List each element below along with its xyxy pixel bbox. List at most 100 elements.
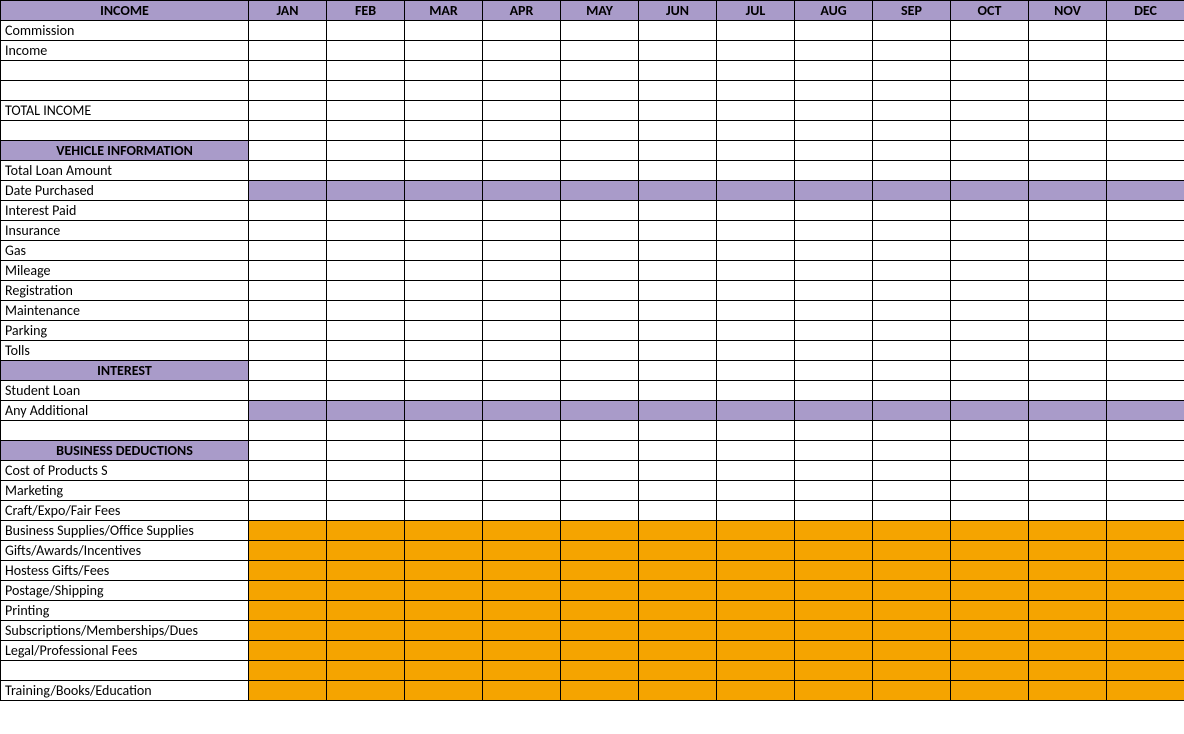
row-label-cell[interactable]: Mileage [1, 261, 249, 281]
data-cell[interactable] [561, 161, 639, 181]
data-cell[interactable] [873, 641, 951, 661]
data-cell[interactable] [717, 541, 795, 561]
data-cell[interactable] [1107, 201, 1184, 221]
data-cell[interactable] [483, 601, 561, 621]
data-cell[interactable] [483, 41, 561, 61]
data-cell[interactable] [405, 321, 483, 341]
data-cell[interactable] [1107, 81, 1184, 101]
data-cell[interactable] [249, 301, 327, 321]
data-cell[interactable] [717, 101, 795, 121]
data-cell[interactable] [405, 121, 483, 141]
data-cell[interactable] [951, 581, 1029, 601]
data-cell[interactable] [873, 481, 951, 501]
data-cell[interactable] [795, 441, 873, 461]
data-cell[interactable] [483, 241, 561, 261]
data-cell[interactable] [873, 341, 951, 361]
row-label-cell[interactable]: Interest Paid [1, 201, 249, 221]
data-cell[interactable] [483, 681, 561, 701]
data-cell[interactable] [1029, 141, 1107, 161]
row-label-cell[interactable]: Marketing [1, 481, 249, 501]
data-cell[interactable] [405, 641, 483, 661]
data-cell[interactable] [873, 521, 951, 541]
data-cell[interactable] [405, 661, 483, 681]
data-cell[interactable] [561, 421, 639, 441]
row-label-cell[interactable] [1, 121, 249, 141]
data-cell[interactable] [561, 21, 639, 41]
data-cell[interactable] [639, 441, 717, 461]
data-cell[interactable] [873, 501, 951, 521]
row-label-cell[interactable]: Tolls [1, 341, 249, 361]
data-cell[interactable] [717, 641, 795, 661]
data-cell[interactable] [717, 161, 795, 181]
data-cell[interactable] [1029, 301, 1107, 321]
data-cell[interactable] [327, 381, 405, 401]
data-cell[interactable] [639, 501, 717, 521]
data-cell[interactable] [717, 201, 795, 221]
data-cell[interactable] [639, 81, 717, 101]
data-cell[interactable] [561, 81, 639, 101]
data-cell[interactable] [327, 601, 405, 621]
data-cell[interactable] [1107, 601, 1184, 621]
data-cell[interactable] [249, 21, 327, 41]
data-cell[interactable] [249, 661, 327, 681]
data-cell[interactable] [249, 501, 327, 521]
data-cell[interactable] [873, 101, 951, 121]
data-cell[interactable] [249, 81, 327, 101]
data-cell[interactable] [873, 21, 951, 41]
data-cell[interactable] [327, 141, 405, 161]
data-cell[interactable] [483, 561, 561, 581]
data-cell[interactable] [951, 521, 1029, 541]
data-cell[interactable] [951, 141, 1029, 161]
data-cell[interactable] [873, 241, 951, 261]
data-cell[interactable] [873, 661, 951, 681]
data-cell[interactable] [795, 121, 873, 141]
data-cell[interactable] [873, 81, 951, 101]
data-cell[interactable] [717, 41, 795, 61]
data-cell[interactable] [795, 421, 873, 441]
row-label-cell[interactable]: VEHICLE INFORMATION [1, 141, 249, 161]
data-cell[interactable] [1029, 501, 1107, 521]
data-cell[interactable] [1029, 621, 1107, 641]
data-cell[interactable] [327, 501, 405, 521]
data-cell[interactable] [795, 281, 873, 301]
data-cell[interactable] [405, 561, 483, 581]
data-cell[interactable] [249, 41, 327, 61]
row-label-cell[interactable]: INTEREST [1, 361, 249, 381]
data-cell[interactable] [795, 181, 873, 201]
data-cell[interactable] [327, 81, 405, 101]
data-cell[interactable] [249, 521, 327, 541]
data-cell[interactable] [327, 41, 405, 61]
data-cell[interactable] [1107, 521, 1184, 541]
data-cell[interactable] [951, 541, 1029, 561]
data-cell[interactable] [951, 441, 1029, 461]
data-cell[interactable] [405, 101, 483, 121]
data-cell[interactable] [795, 681, 873, 701]
data-cell[interactable] [873, 301, 951, 321]
data-cell[interactable] [639, 21, 717, 41]
data-cell[interactable] [405, 261, 483, 281]
data-cell[interactable] [483, 61, 561, 81]
data-cell[interactable] [951, 61, 1029, 81]
data-cell[interactable] [1029, 601, 1107, 621]
data-cell[interactable] [717, 341, 795, 361]
data-cell[interactable] [639, 241, 717, 261]
data-cell[interactable] [717, 441, 795, 461]
data-cell[interactable] [249, 381, 327, 401]
data-cell[interactable] [405, 301, 483, 321]
data-cell[interactable] [405, 41, 483, 61]
data-cell[interactable] [483, 441, 561, 461]
data-cell[interactable] [873, 681, 951, 701]
row-label-cell[interactable]: Registration [1, 281, 249, 301]
data-cell[interactable] [249, 181, 327, 201]
data-cell[interactable] [1107, 481, 1184, 501]
data-cell[interactable] [483, 461, 561, 481]
data-cell[interactable] [1029, 181, 1107, 201]
data-cell[interactable] [951, 161, 1029, 181]
data-cell[interactable] [249, 601, 327, 621]
data-cell[interactable] [639, 401, 717, 421]
data-cell[interactable] [327, 121, 405, 141]
data-cell[interactable] [483, 121, 561, 141]
data-cell[interactable] [717, 361, 795, 381]
data-cell[interactable] [717, 381, 795, 401]
data-cell[interactable] [327, 481, 405, 501]
